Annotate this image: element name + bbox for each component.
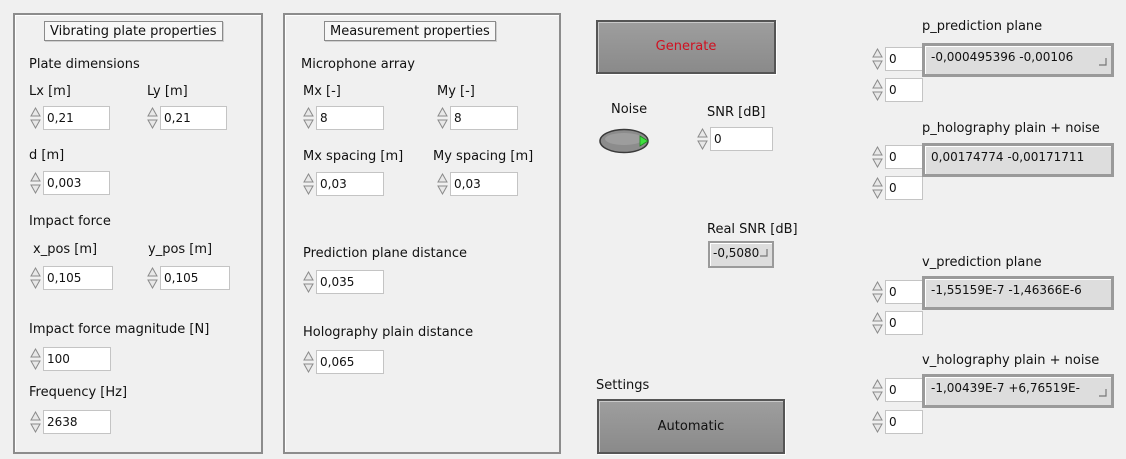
plate-dimensions-label: Plate dimensions: [29, 57, 140, 72]
spinner-arrows-icon[interactable]: [872, 379, 883, 401]
p-holography-label: p_holography plain + noise: [922, 121, 1100, 136]
spinner-arrows-icon[interactable]: [697, 128, 708, 150]
v-holography-index1-input[interactable]: 0: [885, 410, 923, 434]
spinner-arrows-icon[interactable]: [303, 351, 314, 373]
y-pos-label: y_pos [m]: [148, 242, 213, 257]
frequency-label: Frequency [Hz]: [29, 385, 128, 400]
spinner-arrows-icon[interactable]: [30, 107, 41, 129]
spinner-arrows-icon[interactable]: [303, 173, 314, 195]
spinner-arrows-icon[interactable]: [303, 271, 314, 293]
impact-force-label: Impact force: [29, 214, 111, 229]
holography-distance-input[interactable]: 0,065: [316, 350, 384, 374]
y-pos-input[interactable]: 0,105: [160, 266, 230, 290]
spinner-arrows-icon[interactable]: [872, 48, 883, 70]
prediction-distance-label: Prediction plane distance: [303, 246, 467, 261]
cursor-corner-icon: [1099, 58, 1107, 66]
spinner-arrows-icon[interactable]: [872, 177, 883, 199]
mx-input[interactable]: 8: [316, 106, 384, 130]
settings-label: Settings: [596, 378, 650, 393]
spinner-arrows-icon[interactable]: [872, 79, 883, 101]
lx-input[interactable]: 0,21: [43, 106, 110, 130]
spinner-arrows-icon[interactable]: [147, 267, 158, 289]
d-label: d [m]: [29, 148, 65, 163]
p-holography-value-box: 0,00174774 -0,00171711: [922, 143, 1114, 177]
noise-label: Noise: [611, 102, 648, 117]
p-holography-value: 0,00174774 -0,00171711: [931, 150, 1085, 164]
my-spacing-label: My spacing [m]: [433, 149, 534, 164]
p-prediction-value-box: -0,000495396 -0,00106: [922, 43, 1114, 77]
impact-magnitude-label: Impact force magnitude [N]: [29, 322, 210, 337]
spinner-arrows-icon[interactable]: [147, 107, 158, 129]
microphone-array-label: Microphone array: [301, 57, 415, 72]
frequency-input[interactable]: 2638: [43, 410, 111, 434]
ly-input[interactable]: 0,21: [160, 106, 227, 130]
lx-label: Lx [m]: [29, 84, 71, 99]
spinner-arrows-icon[interactable]: [872, 411, 883, 433]
snr-label: SNR [dB]: [707, 105, 766, 120]
v-holography-value: -1,00439E-7 +6,76519E-: [931, 381, 1080, 395]
p-holography-index1-input[interactable]: 0: [885, 176, 923, 200]
spinner-arrows-icon[interactable]: [303, 107, 314, 129]
spinner-arrows-icon[interactable]: [30, 348, 41, 370]
spinner-arrows-icon[interactable]: [30, 172, 41, 194]
p-holography-index0-input[interactable]: 0: [885, 145, 923, 169]
spinner-arrows-icon[interactable]: [872, 146, 883, 168]
my-input[interactable]: 8: [450, 106, 518, 130]
spinner-arrows-icon[interactable]: [872, 281, 883, 303]
automatic-button[interactable]: Automatic: [597, 399, 785, 454]
mx-label: Mx [-]: [303, 84, 341, 99]
generate-button[interactable]: Generate: [596, 20, 776, 74]
automatic-button-label: Automatic: [657, 419, 725, 434]
my-label: My [-]: [437, 84, 475, 99]
real-snr-value: -0,5080: [713, 246, 760, 260]
v-prediction-value-box: -1,55159E-7 -1,46366E-6: [922, 276, 1114, 310]
measurement-title: Measurement properties: [324, 21, 496, 41]
p-prediction-label: p_prediction plane: [922, 19, 1043, 34]
v-prediction-index0-input[interactable]: 0: [885, 280, 923, 304]
ly-label: Ly [m]: [147, 84, 188, 99]
noise-toggle[interactable]: [599, 128, 649, 154]
v-prediction-index1-input[interactable]: 0: [885, 311, 923, 335]
spinner-arrows-icon[interactable]: [437, 173, 448, 195]
real-snr-indicator: -0,5080: [708, 241, 774, 268]
spinner-arrows-icon[interactable]: [437, 107, 448, 129]
real-snr-label: Real SNR [dB]: [707, 222, 798, 237]
p-prediction-index1-input[interactable]: 0: [885, 78, 923, 102]
x-pos-label: x_pos [m]: [33, 242, 98, 257]
impact-magnitude-input[interactable]: 100: [43, 347, 111, 371]
p-prediction-value: -0,000495396 -0,00106: [931, 50, 1074, 64]
my-spacing-input[interactable]: 0,03: [450, 172, 518, 196]
p-prediction-index0-input[interactable]: 0: [885, 47, 923, 71]
v-holography-index0-input[interactable]: 0: [885, 378, 923, 402]
cursor-corner-icon: [760, 249, 768, 257]
v-holography-label: v_holography plain + noise: [922, 353, 1100, 368]
generate-button-label: Generate: [655, 39, 717, 54]
x-pos-input[interactable]: 0,105: [43, 266, 113, 290]
vibrating-plate-title: Vibrating plate properties: [44, 21, 223, 41]
prediction-distance-input[interactable]: 0,035: [316, 270, 384, 294]
spinner-arrows-icon[interactable]: [30, 267, 41, 289]
v-prediction-label: v_prediction plane: [922, 255, 1042, 270]
mx-spacing-input[interactable]: 0,03: [316, 172, 384, 196]
mx-spacing-label: Mx spacing [m]: [303, 149, 404, 164]
cursor-corner-icon: [1099, 389, 1107, 397]
spinner-arrows-icon[interactable]: [30, 411, 41, 433]
v-holography-value-box: -1,00439E-7 +6,76519E-: [922, 374, 1114, 408]
v-prediction-value: -1,55159E-7 -1,46366E-6: [931, 283, 1082, 297]
d-input[interactable]: 0,003: [43, 171, 110, 195]
holography-distance-label: Holography plain distance: [303, 325, 474, 340]
measurement-panel: [283, 13, 561, 454]
spinner-arrows-icon[interactable]: [872, 312, 883, 334]
snr-input[interactable]: 0: [710, 127, 773, 151]
